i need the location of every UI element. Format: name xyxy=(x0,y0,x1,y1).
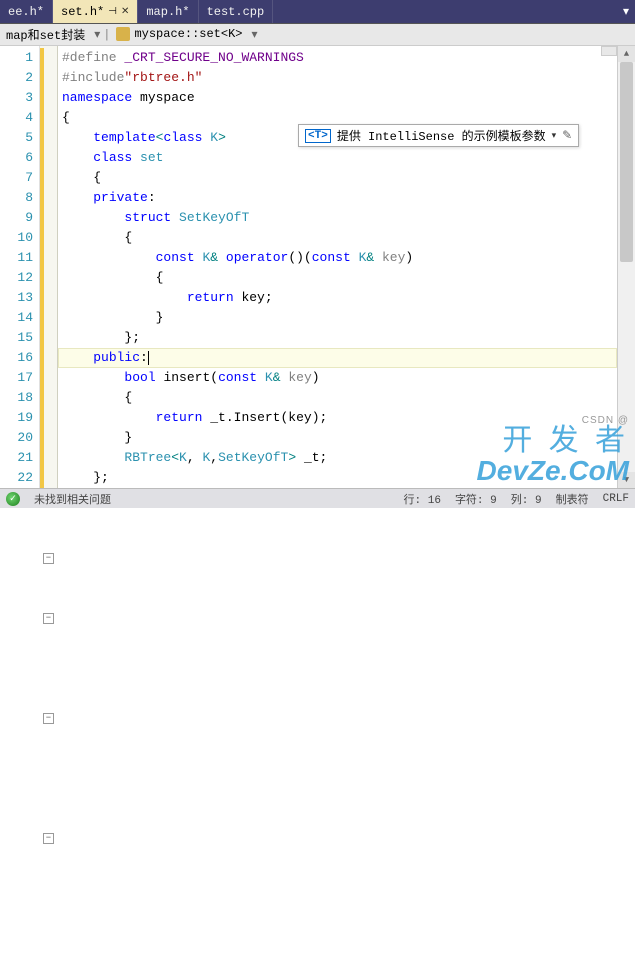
scroll-thumb[interactable] xyxy=(620,62,633,262)
scroll-up-icon[interactable]: ▲ xyxy=(618,46,635,62)
tab-overflow-menu[interactable]: ▾ xyxy=(617,0,635,23)
pencil-icon[interactable]: ✎ xyxy=(562,128,572,143)
tab-ee-h[interactable]: ee.h* xyxy=(0,0,53,23)
tab-bar: ee.h* set.h*⊣✕ map.h* test.cpp ▾ xyxy=(0,0,635,24)
status-tabs[interactable]: 制表符 xyxy=(556,491,589,507)
status-ok-icon[interactable]: ✓ xyxy=(6,492,20,506)
status-col[interactable]: 列: 9 xyxy=(511,491,542,507)
status-issues[interactable]: 未找到相关问题 xyxy=(34,491,111,507)
status-crlf[interactable]: CRLF xyxy=(603,493,629,505)
fold-toggle[interactable]: − xyxy=(43,553,54,564)
close-icon[interactable]: ✕ xyxy=(121,6,129,18)
tab-set-h[interactable]: set.h*⊣✕ xyxy=(53,0,138,23)
scroll-down-icon[interactable]: ▼ xyxy=(618,472,635,488)
breadcrumb: map和set封装 ▾ | myspace::set<K> ▾ xyxy=(0,24,635,46)
fold-toggle[interactable]: − xyxy=(43,613,54,624)
template-tag-icon: <T> xyxy=(305,129,331,143)
intellisense-tooltip[interactable]: <T> 提供 IntelliSense 的示例模板参数 ▾ ✎ xyxy=(298,124,579,147)
tab-map-h[interactable]: map.h* xyxy=(138,0,198,23)
code-content[interactable]: #define _CRT_SECURE_NO_WARNINGS #include… xyxy=(58,46,617,488)
class-icon xyxy=(116,27,130,41)
breadcrumb-project[interactable]: map和set封装 xyxy=(0,26,91,43)
tooltip-text: 提供 IntelliSense 的示例模板参数 xyxy=(337,127,546,144)
tab-test-cpp[interactable]: test.cpp xyxy=(199,0,274,23)
fold-toggle[interactable]: − xyxy=(43,713,54,724)
chevron-down-icon[interactable]: ▾ xyxy=(552,131,557,141)
status-line[interactable]: 行: 16 xyxy=(404,491,441,507)
line-number-gutter: 1234567891011121314151617181920212223 xyxy=(0,46,40,488)
code-editor[interactable]: 1234567891011121314151617181920212223 − … xyxy=(0,46,635,488)
folding-gutter: − − − − xyxy=(40,46,58,488)
breadcrumb-scope[interactable]: myspace::set<K> xyxy=(110,27,248,41)
chevron-down-icon[interactable]: ▾ xyxy=(91,27,103,42)
fold-toggle[interactable]: − xyxy=(43,833,54,844)
status-char[interactable]: 字符: 9 xyxy=(455,491,497,507)
split-handle[interactable] xyxy=(601,46,617,56)
status-bar: ✓ 未找到相关问题 行: 16 字符: 9 列: 9 制表符 CRLF xyxy=(0,488,635,508)
chevron-down-icon[interactable]: ▾ xyxy=(248,27,260,42)
pin-icon: ⊣ xyxy=(108,6,117,18)
vertical-scrollbar[interactable]: ▲ ▼ xyxy=(617,46,635,488)
